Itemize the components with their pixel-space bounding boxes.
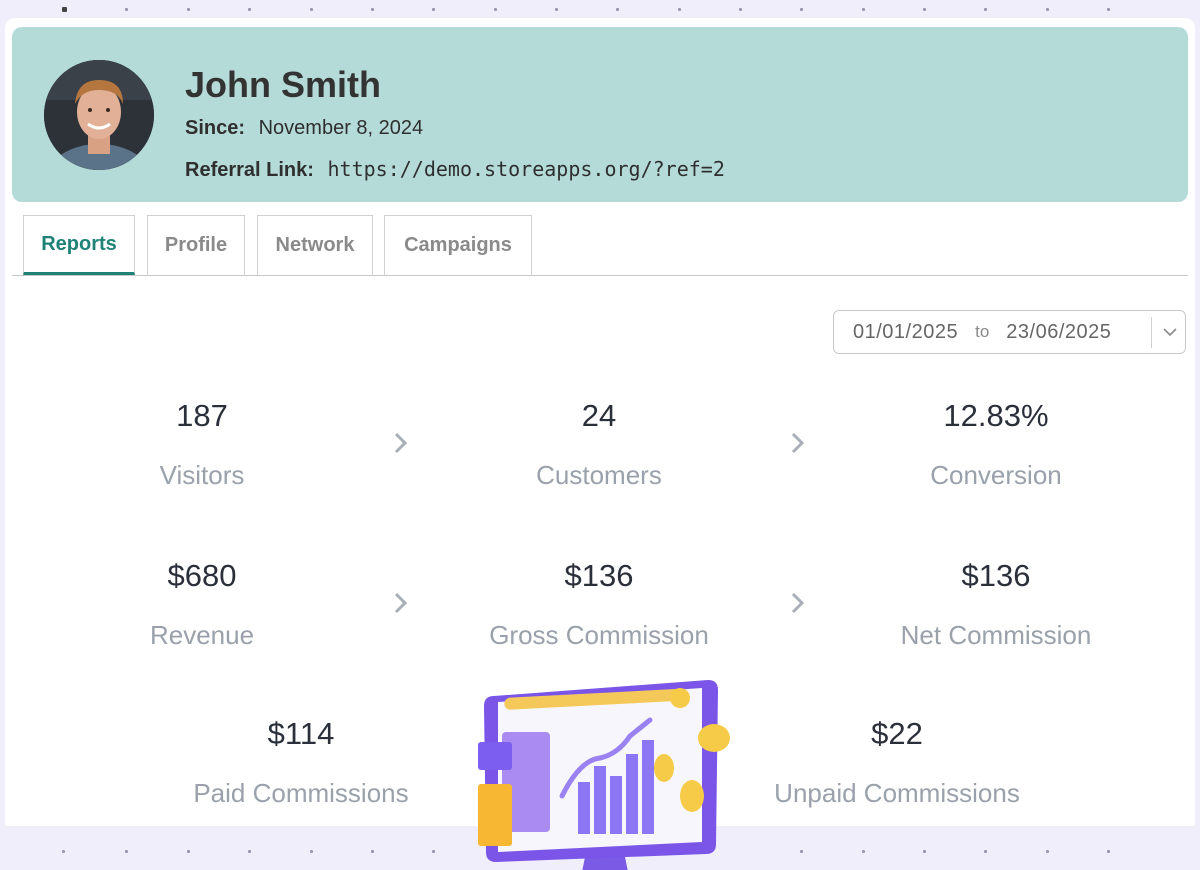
- stat-conversion: 12.83% Conversion: [836, 398, 1156, 491]
- stat-value: $114: [267, 716, 335, 751]
- stat-value: $680: [167, 558, 237, 593]
- stat-label: Unpaid Commissions: [774, 778, 1020, 808]
- divider: [1151, 317, 1152, 348]
- stat-label: Paid Commissions: [193, 778, 409, 808]
- stat-unpaid-commissions: $22 Unpaid Commissions: [737, 716, 1057, 809]
- date-to[interactable]: 23/06/2025: [1006, 321, 1111, 344]
- avatar: [44, 60, 154, 170]
- stat-net-commission: $136 Net Commission: [836, 558, 1156, 651]
- chevron-right-icon: [791, 432, 805, 454]
- date-to-label: to: [975, 322, 990, 341]
- stat-value: $22: [871, 716, 923, 751]
- tab-network[interactable]: Network: [257, 215, 373, 275]
- date-range-picker[interactable]: 01/01/2025 to 23/06/2025: [833, 310, 1186, 354]
- stat-label: Gross Commission: [489, 620, 709, 650]
- stat-value: 12.83%: [943, 398, 1049, 433]
- date-from[interactable]: 01/01/2025: [853, 321, 958, 344]
- tab-profile[interactable]: Profile: [147, 215, 245, 275]
- stat-gross-commission: $136 Gross Commission: [439, 558, 759, 651]
- stat-label: Customers: [536, 460, 662, 490]
- stat-value: $136: [961, 558, 1031, 593]
- stat-paid-commissions: $114 Paid Commissions: [141, 716, 461, 809]
- stat-value: $136: [564, 558, 634, 593]
- tab-bar: Reports Profile Network Campaigns: [12, 214, 1188, 276]
- stat-label: Conversion: [930, 460, 1062, 490]
- referral-label: Referral Link:: [185, 159, 314, 181]
- referral-link[interactable]: https://demo.storeapps.org/?ref=2: [328, 157, 725, 181]
- stat-value: 187: [176, 398, 228, 433]
- stat-visitors: 187 Visitors: [42, 398, 362, 491]
- since-value: November 8, 2024: [258, 117, 424, 139]
- top-decoration: [0, 0, 1200, 18]
- referral-link-row: Referral Link: https://demo.storeapps.or…: [185, 157, 725, 182]
- stat-value: 24: [581, 398, 617, 433]
- chevron-right-icon: [394, 592, 408, 614]
- chevron-right-icon: [791, 592, 805, 614]
- avatar-photo: [44, 60, 154, 170]
- member-since: Since: November 8, 2024: [185, 117, 423, 140]
- stat-label: Visitors: [159, 460, 245, 490]
- chevron-right-icon: [394, 432, 408, 454]
- stat-label: Revenue: [149, 620, 255, 650]
- profile-header: John Smith Since: November 8, 2024 Refer…: [12, 27, 1188, 202]
- since-label: Since:: [185, 117, 246, 139]
- user-name: John Smith: [185, 64, 381, 105]
- stat-revenue: $680 Revenue: [42, 558, 362, 651]
- stat-customers: 24 Customers: [439, 398, 759, 491]
- tab-reports[interactable]: Reports: [23, 215, 135, 275]
- chevron-down-icon[interactable]: [1160, 322, 1180, 342]
- analytics-monitor-illustration: [478, 680, 730, 870]
- tab-campaigns[interactable]: Campaigns: [384, 215, 532, 275]
- stat-label: Net Commission: [900, 620, 1092, 650]
